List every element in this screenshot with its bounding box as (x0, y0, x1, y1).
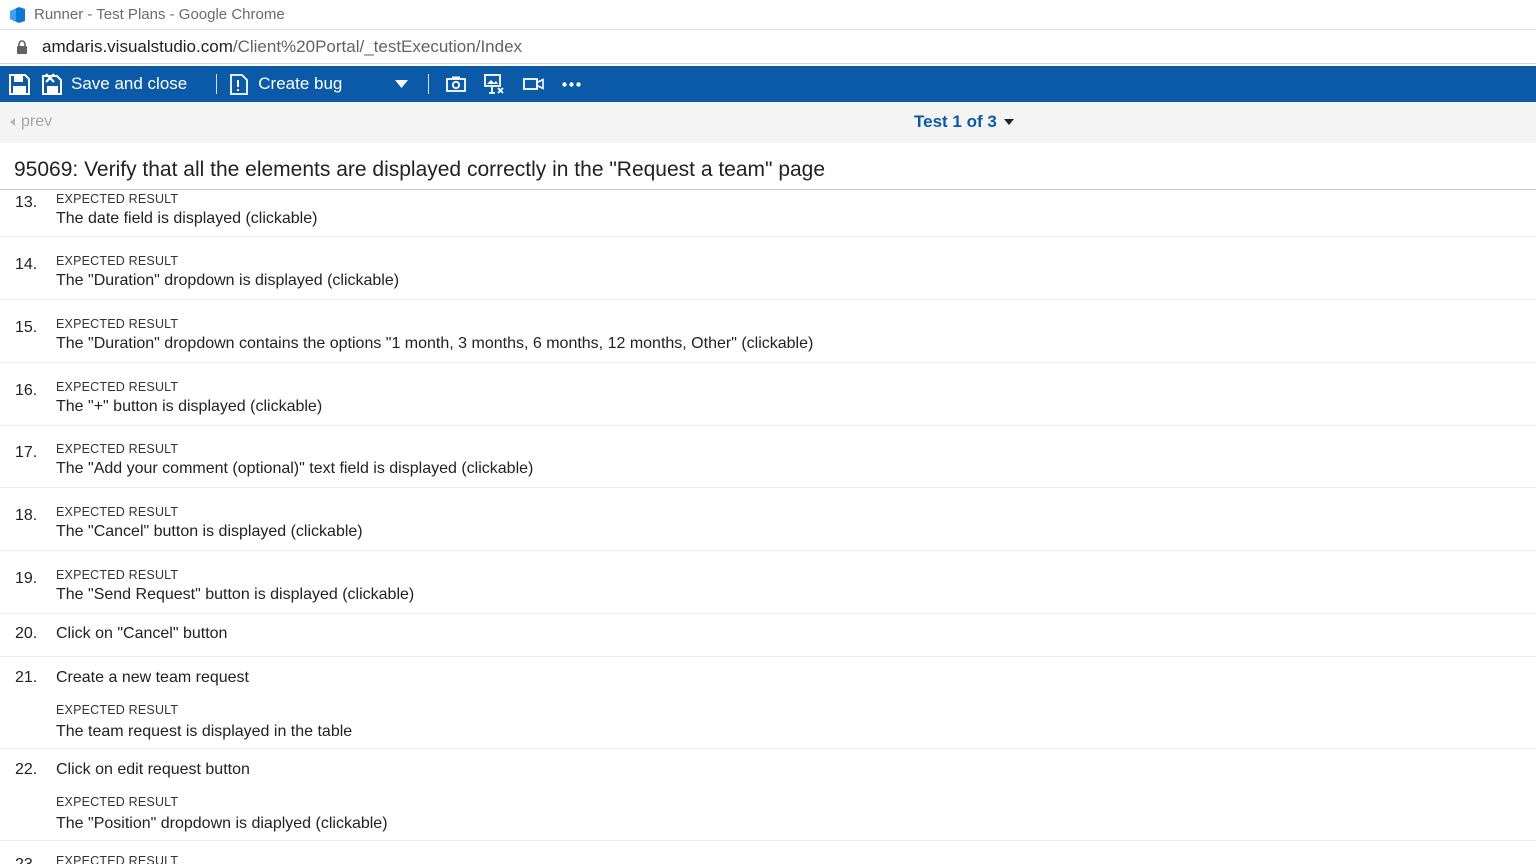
chevron-left-icon (10, 118, 15, 126)
record-video-button[interactable] (523, 66, 545, 102)
video-icon (523, 78, 545, 90)
step-number: 21. (15, 669, 38, 686)
expected-result-text: The team request is displayed in the tab… (56, 723, 353, 740)
expected-result-text: The date field is displayed (clickable) (56, 210, 318, 227)
capture-screenshot-button[interactable] (446, 66, 467, 102)
address-bar[interactable]: amdaris.visualstudio.com/Client%20Portal… (0, 30, 1536, 64)
test-step-row[interactable]: 19. EXPECTED RESULT The "Send Request" but… (0, 551, 1536, 614)
test-step-row[interactable]: 17. EXPECTED RESULT The "Add your comment … (0, 426, 1536, 488)
step-number: 19. (15, 570, 38, 587)
step-number: 17. (15, 444, 38, 461)
save-and-close-button[interactable]: Save and close (42, 66, 187, 102)
test-step-row[interactable]: 22. Click on edit request button EXPECTED … (0, 749, 1536, 841)
save-button[interactable] (9, 66, 30, 102)
expected-result-label: EXPECTED RESULT (56, 505, 179, 519)
expected-result-text: The "Cancel" button is displayed (clicka… (56, 523, 363, 540)
expected-result-label: EXPECTED RESULT (56, 703, 179, 717)
create-bug-label: Create bug (258, 74, 343, 93)
save-icon (9, 73, 30, 95)
prev-label: prev (21, 113, 53, 130)
expected-result-label: EXPECTED RESULT (56, 254, 179, 268)
save-and-close-label: Save and close (71, 74, 188, 93)
expected-result-label: EXPECTED RESULT (56, 192, 179, 206)
expected-result-text: The "Send Request" button is displayed (… (56, 586, 415, 603)
url-path: /Client%20Portal/_testExecution/Index (232, 36, 523, 56)
step-number: 20. (15, 625, 38, 642)
test-navigation-bar: prev Test 1 of 3 (0, 102, 1536, 143)
expected-result-label: EXPECTED RESULT (56, 317, 179, 331)
test-counter-dropdown[interactable]: Test 1 of 3 (914, 112, 1014, 132)
test-step-row[interactable]: 21. Create a new team request EXPECTED RES… (0, 657, 1536, 749)
expected-result-label: EXPECTED RESULT (56, 442, 179, 456)
url-host: amdaris.visualstudio.com (42, 36, 233, 56)
step-number: 23. (15, 856, 37, 864)
prev-test-link[interactable]: prev (10, 113, 52, 131)
chevron-down-icon (395, 80, 409, 88)
test-step-row[interactable]: 18. EXPECTED RESULT The "Cancel" button is… (0, 488, 1536, 551)
lock-icon (17, 39, 27, 54)
camera-icon (446, 76, 467, 92)
test-step-row[interactable]: 23. EXPECTED RESULT (0, 841, 1536, 864)
step-number: 16. (15, 382, 38, 399)
expected-result-text: The "Add your comment (optional)" text f… (56, 460, 534, 477)
step-number: 18. (15, 507, 38, 524)
expected-result-text: The "Duration" dropdown is displayed (cl… (56, 272, 400, 289)
expected-result-text: The "Duration" dropdown contains the opt… (56, 335, 814, 352)
toolbar-divider (428, 74, 430, 94)
step-number: 22. (15, 761, 38, 778)
chevron-down-icon (1003, 119, 1014, 125)
window-titlebar: Runner - Test Plans - Google Chrome (0, 0, 1536, 30)
test-step-row[interactable]: 14. EXPECTED RESULT The "Duration" dropdow… (0, 237, 1536, 300)
test-step-row[interactable]: 15. EXPECTED RESULT The "Duration" dropdow… (0, 300, 1536, 363)
expected-result-text: The "Position" dropdown is diaplyed (cli… (56, 815, 388, 832)
expected-result-label: EXPECTED RESULT (56, 795, 179, 809)
azure-devops-icon (10, 6, 25, 23)
test-step-row[interactable]: 20. Click on "Cancel" button (0, 614, 1536, 657)
test-counter-label: Test 1 of 3 (914, 112, 997, 131)
more-icon (562, 81, 582, 87)
step-number: 13. (15, 194, 38, 211)
step-number: 15. (15, 319, 38, 336)
step-action: Create a new team request (56, 669, 249, 686)
create-bug-button[interactable]: Create bug (230, 66, 342, 102)
expected-result-text: The "+" button is displayed (clickable) (56, 398, 323, 415)
capture-image-icon (484, 74, 505, 94)
test-step-row[interactable]: 16. EXPECTED RESULT The "+" button is disp… (0, 363, 1536, 426)
expected-result-label: EXPECTED RESULT (56, 380, 179, 394)
expected-result-label: EXPECTED RESULT (56, 854, 179, 864)
test-case-title: 95069: Verify that all the elements are … (14, 158, 826, 181)
capture-desktop-image-button[interactable] (484, 66, 505, 102)
window-title: Runner - Test Plans - Google Chrome (34, 6, 285, 23)
step-action: Click on "Cancel" button (56, 625, 228, 642)
more-options-button[interactable] (562, 66, 582, 102)
toolbar-divider (216, 74, 218, 94)
create-bug-icon (230, 73, 249, 95)
step-action: Click on edit request button (56, 761, 250, 778)
step-number: 14. (15, 256, 38, 273)
create-bug-dropdown[interactable] (395, 66, 409, 102)
expected-result-label: EXPECTED RESULT (56, 568, 179, 582)
runner-toolbar: Save and close Create bug (0, 66, 1536, 102)
save-close-icon (42, 73, 62, 95)
test-step-row[interactable]: 13. EXPECTED RESULT The date field is disp… (0, 190, 1536, 237)
